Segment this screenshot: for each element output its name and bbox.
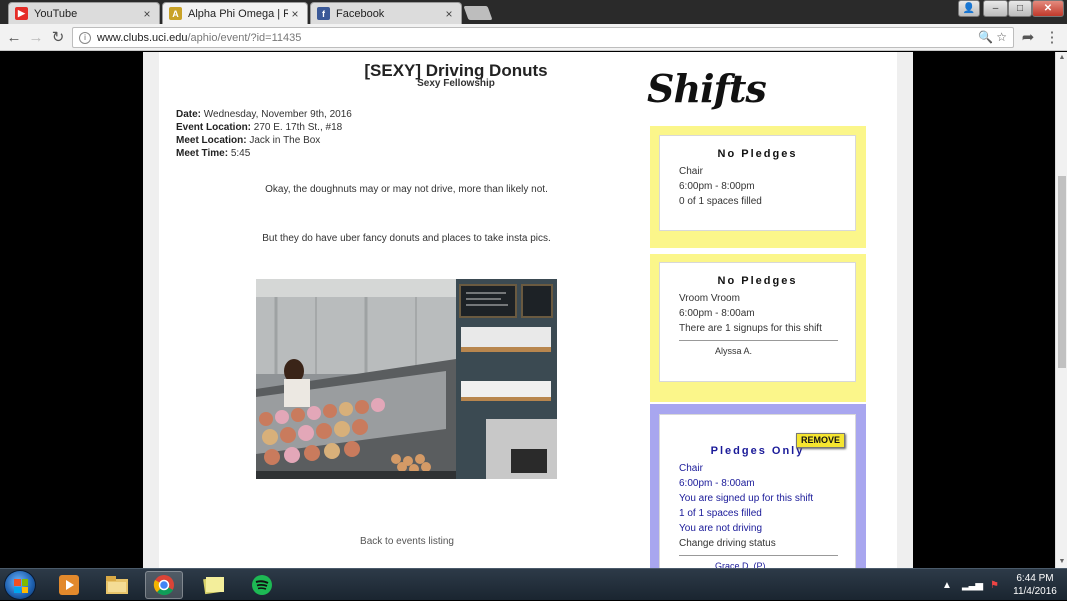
driving-status: You are not driving: [679, 523, 763, 534]
start-button[interactable]: [4, 570, 36, 600]
shift-details: No Pledges Vroom Vroom 6:00pm - 8:00am T…: [659, 262, 856, 382]
close-icon[interactable]: ×: [442, 7, 456, 21]
shift-status: 1 of 1 spaces filled: [679, 508, 762, 519]
back-to-events-link[interactable]: Back to events listing: [335, 536, 479, 547]
zoom-icon[interactable]: 🔍: [978, 30, 993, 44]
signup-name: Grace D. (P): [715, 561, 766, 568]
browser-toolbar: ← → ↻ i www.clubs.uci.edu/aphio/event/?i…: [0, 24, 1067, 51]
signal-strength-icon[interactable]: ▂▃▅: [962, 580, 983, 591]
url-path: /aphio/event/?id=11435: [187, 31, 302, 44]
event-subtitle: Sexy Fellowship: [417, 78, 495, 89]
media-player-icon[interactable]: [50, 571, 88, 599]
reload-icon[interactable]: ↻: [48, 27, 68, 47]
date-label: Date:: [176, 109, 202, 120]
meet-location: Jack in The Box: [249, 135, 321, 146]
system-tray: ▲ ▂▃▅ ⚑ 6:44 PM 11/4/2016: [942, 569, 1063, 601]
tab-title: Alpha Phi Omega | Rho P: [188, 7, 288, 20]
event-location-row: Event Location: 270 E. 17th St., #18: [176, 122, 342, 133]
shift-role: Chair: [679, 463, 703, 474]
sticky-notes-icon[interactable]: [195, 571, 233, 599]
divider: [679, 555, 838, 556]
scrollbar-thumb[interactable]: [1058, 176, 1066, 368]
shift-header: No Pledges: [717, 148, 798, 160]
clock-date: 11/4/2016: [1013, 586, 1057, 597]
tab-title: Facebook: [336, 7, 385, 20]
menu-kebab-icon[interactable]: ⋮: [1042, 27, 1062, 47]
window-close-button[interactable]: ✕: [1032, 0, 1064, 17]
event-location: 270 E. 17th St., #18: [253, 122, 343, 133]
back-arrow-icon[interactable]: ←: [4, 27, 24, 47]
location-label: Event Location:: [176, 122, 252, 133]
tab-alpha-phi-omega[interactable]: A Alpha Phi Omega | Rho P ×: [162, 2, 308, 24]
shift-time: 6:00pm - 8:00pm: [679, 181, 755, 192]
shift-role: Chair: [679, 166, 703, 177]
page-scrollbar[interactable]: ▲ ▼: [1055, 52, 1067, 568]
meet-time: 5:45: [230, 148, 251, 159]
chrome-icon[interactable]: [145, 571, 183, 599]
show-hidden-icons-icon[interactable]: ▲: [942, 580, 952, 591]
address-bar[interactable]: i www.clubs.uci.edu/aphio/event/?id=1143…: [72, 27, 1014, 48]
apo-favicon-icon: A: [169, 7, 182, 20]
scroll-down-icon[interactable]: ▼: [1056, 556, 1067, 568]
browser-tab-bar: ▶ YouTube × A Alpha Phi Omega | Rho P × …: [0, 0, 1067, 24]
facebook-icon: f: [317, 7, 330, 20]
action-center-flag-icon[interactable]: ⚑: [990, 580, 999, 591]
shift-card: REMOVE Pledges Only Chair 6:00pm - 8:00a…: [650, 404, 866, 568]
new-tab-button[interactable]: [463, 6, 493, 20]
meet-time-label: Meet Time:: [176, 148, 229, 159]
minimize-button[interactable]: –: [983, 0, 1008, 17]
signed-up-notice: You are signed up for this shift: [679, 493, 814, 504]
divider: [679, 340, 838, 341]
info-icon[interactable]: i: [79, 31, 91, 44]
windows-logo-icon: [14, 579, 28, 593]
scroll-up-icon[interactable]: ▲: [1056, 52, 1067, 64]
event-date-row: Date: Wednesday, November 9th, 2016: [176, 109, 352, 120]
shift-details: No Pledges Chair 6:00pm - 8:00pm 0 of 1 …: [659, 135, 856, 231]
windows-taskbar: ▲ ▂▃▅ ⚑ 6:44 PM 11/4/2016: [0, 568, 1067, 600]
shift-role: Vroom Vroom: [679, 293, 740, 304]
change-driving-status-link[interactable]: Change driving status: [679, 536, 855, 551]
youtube-icon: ▶: [15, 7, 28, 20]
shift-time: 6:00pm - 8:00am: [679, 478, 755, 489]
shift-status[interactable]: There are 1 signups for this shift: [679, 321, 855, 336]
spotify-icon[interactable]: [243, 571, 281, 599]
event-date: Wednesday, November 9th, 2016: [203, 109, 352, 120]
url-host: www.clubs.uci.edu: [97, 31, 188, 44]
page-viewport: [SEXY] Driving Donuts Sexy Fellowship Da…: [0, 52, 1067, 568]
meet-location-label: Meet Location:: [176, 135, 247, 146]
close-icon[interactable]: ×: [288, 7, 302, 21]
user-profile-button[interactable]: 👤: [958, 0, 980, 17]
share-arrow-icon[interactable]: ➦: [1018, 27, 1038, 47]
shift-details: REMOVE Pledges Only Chair 6:00pm - 8:00a…: [659, 414, 856, 568]
bookmark-star-icon[interactable]: ☆: [996, 30, 1007, 44]
signup-name: Alyssa A.: [715, 346, 753, 356]
tab-facebook[interactable]: f Facebook ×: [310, 2, 462, 24]
shift-time: 6:00pm - 8:00am: [679, 308, 755, 319]
file-explorer-icon[interactable]: [98, 571, 136, 599]
donut-shop-photo: [256, 279, 557, 479]
event-description-2: But they do have uber fancy donuts and p…: [262, 233, 551, 244]
remove-button[interactable]: REMOVE: [796, 433, 845, 448]
shift-header: No Pledges: [717, 275, 798, 287]
taskbar-clock[interactable]: 6:44 PM 11/4/2016: [1007, 572, 1063, 598]
shift-card: No Pledges Chair 6:00pm - 8:00pm 0 of 1 …: [650, 126, 866, 248]
event-content: [SEXY] Driving Donuts Sexy Fellowship Da…: [159, 52, 897, 568]
close-icon[interactable]: ×: [140, 7, 154, 21]
tab-youtube[interactable]: ▶ YouTube ×: [8, 2, 160, 24]
shift-status[interactable]: 0 of 1 spaces filled: [679, 194, 855, 209]
shifts-heading: Shifts: [647, 66, 767, 111]
forward-arrow-icon[interactable]: →: [26, 27, 46, 47]
tab-title: YouTube: [34, 7, 78, 20]
maximize-button[interactable]: □: [1008, 0, 1032, 17]
event-description-1: Okay, the doughnuts may or may not drive…: [265, 184, 548, 195]
shift-card: No Pledges Vroom Vroom 6:00pm - 8:00am T…: [650, 254, 866, 402]
meet-time-row: Meet Time: 5:45: [176, 148, 250, 159]
clock-time: 6:44 PM: [1016, 573, 1054, 584]
meet-location-row: Meet Location: Jack in The Box: [176, 135, 320, 146]
